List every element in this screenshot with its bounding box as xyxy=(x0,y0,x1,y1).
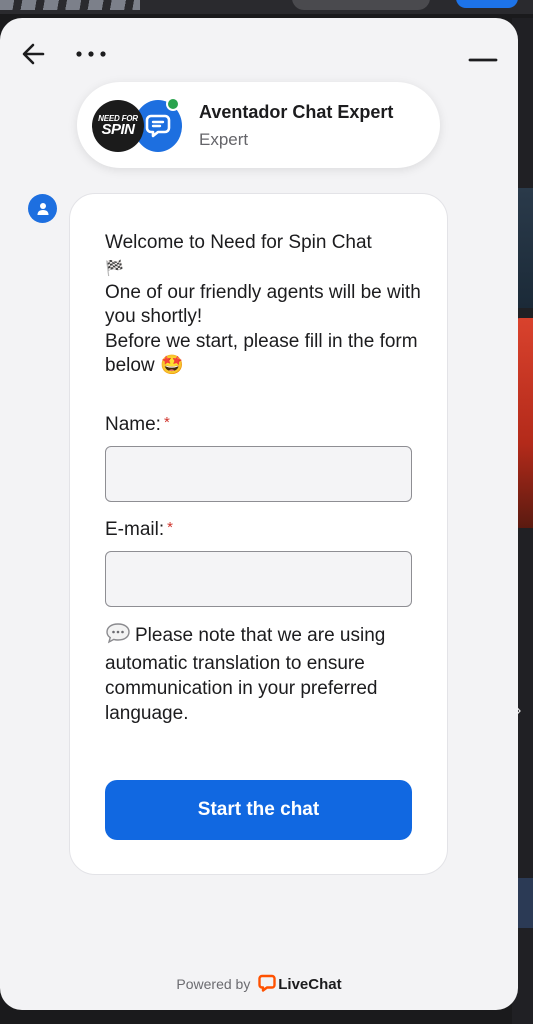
translation-note: Please note that we are using automatic … xyxy=(105,622,415,726)
star-struck-emoji: 🤩 xyxy=(159,355,184,376)
background-image xyxy=(516,188,533,308)
email-input[interactable] xyxy=(105,551,412,607)
agent-role: Expert xyxy=(199,130,249,149)
logo-text-bottom: SPIN xyxy=(101,121,135,138)
arrow-left-icon xyxy=(22,43,45,65)
email-label-text: E-mail: xyxy=(105,519,165,540)
required-marker: * xyxy=(163,414,170,431)
name-input[interactable] xyxy=(105,446,412,502)
email-label: E-mail: * xyxy=(105,519,173,541)
chat-widget: NEED FOR SPIN Aventador Chat Expert Expe… xyxy=(0,18,518,1010)
powered-by-footer[interactable]: Powered by LiveChat xyxy=(0,974,518,995)
speech-balloon-icon xyxy=(105,622,131,651)
more-horizontal-icon xyxy=(76,51,106,57)
translation-note-text: Please note that we are using automatic … xyxy=(105,625,386,724)
name-label-text: Name: xyxy=(105,414,161,435)
livechat-logo-icon xyxy=(258,974,276,995)
need-for-spin-logo: NEED FOR SPIN xyxy=(92,100,144,152)
more-options-button[interactable] xyxy=(75,40,111,68)
agent-name: Aventador Chat Expert xyxy=(199,102,394,122)
chat-bubble-icon xyxy=(145,114,171,138)
required-marker: * xyxy=(167,519,173,536)
minimize-icon xyxy=(468,58,498,62)
welcome-line-1: Welcome to Need for Spin Chat xyxy=(105,232,372,253)
online-status-dot xyxy=(166,97,180,111)
welcome-line-2: One of our friendly agents will be with … xyxy=(105,281,421,328)
livechat-brand: LiveChat xyxy=(278,976,342,993)
welcome-message: Welcome to Need for Spin Chat 🏁 One of o… xyxy=(105,231,425,379)
user-icon xyxy=(37,202,48,215)
agent-info-card: NEED FOR SPIN Aventador Chat Expert Expe… xyxy=(77,82,440,168)
background-button xyxy=(456,0,518,8)
background-search-pill xyxy=(292,0,430,10)
back-button[interactable] xyxy=(20,40,48,68)
prechat-form-card: Welcome to Need for Spin Chat 🏁 One of o… xyxy=(69,193,448,875)
background-logo-fragment xyxy=(0,0,140,10)
checkered-flag-icon: 🏁 xyxy=(105,259,124,277)
minimize-button[interactable] xyxy=(466,46,500,70)
start-chat-button[interactable]: Start the chat xyxy=(105,780,412,840)
name-label: Name: * xyxy=(105,414,170,436)
powered-by-text: Powered by xyxy=(176,976,251,992)
user-avatar xyxy=(28,194,57,223)
welcome-line-3: Before we start, please fill in the form… xyxy=(105,330,418,377)
